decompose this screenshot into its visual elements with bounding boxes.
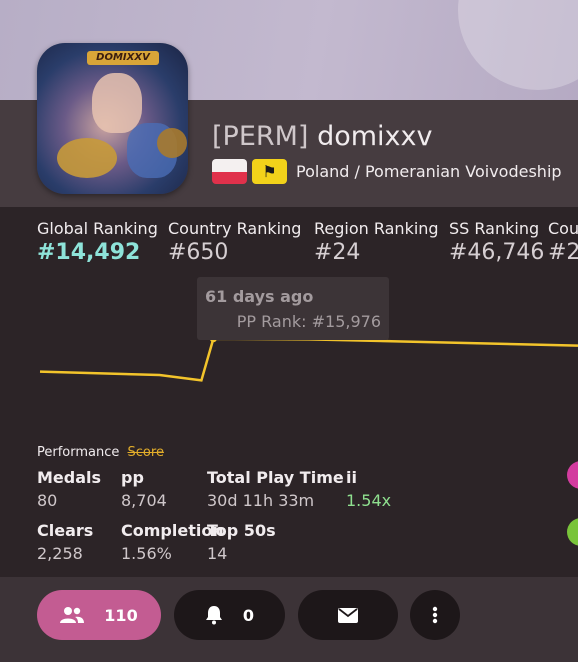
friends-icon — [60, 607, 85, 623]
notifications-button[interactable]: 0 — [174, 590, 285, 640]
stat-clears: Clears 2,258 — [37, 521, 94, 563]
friends-button[interactable]: 110 — [37, 590, 161, 640]
tooltip-pp-rank: PP Rank: #15,976 — [236, 312, 381, 331]
username-text: domixxv — [317, 121, 433, 152]
notifications-count: 0 — [242, 605, 255, 625]
stat-medals: Medals 80 — [37, 468, 102, 510]
stat-play-time: Total Play Time 30d 11h 33m — [207, 468, 344, 510]
message-button[interactable] — [298, 590, 398, 640]
stat-top50s: Top 50s 14 — [207, 521, 276, 563]
more-vertical-icon — [432, 606, 438, 624]
stat-ii: ii 1.54x — [346, 468, 392, 510]
score-toggle[interactable]: Score — [128, 445, 164, 460]
bell-icon — [205, 606, 222, 625]
clan-tag: [PERM] — [212, 121, 309, 152]
performance-title: Performance Score — [37, 445, 164, 460]
tooltip-date: 61 days ago — [205, 287, 314, 306]
friends-count: 110 — [104, 605, 138, 625]
rank-line — [39, 337, 578, 382]
avatar-banner-text: DOMIXXV — [87, 51, 159, 65]
location-text: Poland / Pomeranian Voivodeship — [296, 162, 562, 181]
avatar[interactable]: DOMIXXV — [37, 43, 188, 194]
more-options-button[interactable] — [410, 590, 460, 640]
graph-tooltip: 61 days ago PP Rank: #15,976 — [197, 277, 389, 340]
region-flag-icon[interactable]: ⚑ — [252, 159, 287, 184]
country-flag-icon[interactable] — [212, 159, 247, 184]
envelope-icon — [338, 607, 358, 623]
stat-pp: pp 8,704 — [121, 468, 167, 510]
username: [PERM] domixxv — [212, 121, 432, 152]
